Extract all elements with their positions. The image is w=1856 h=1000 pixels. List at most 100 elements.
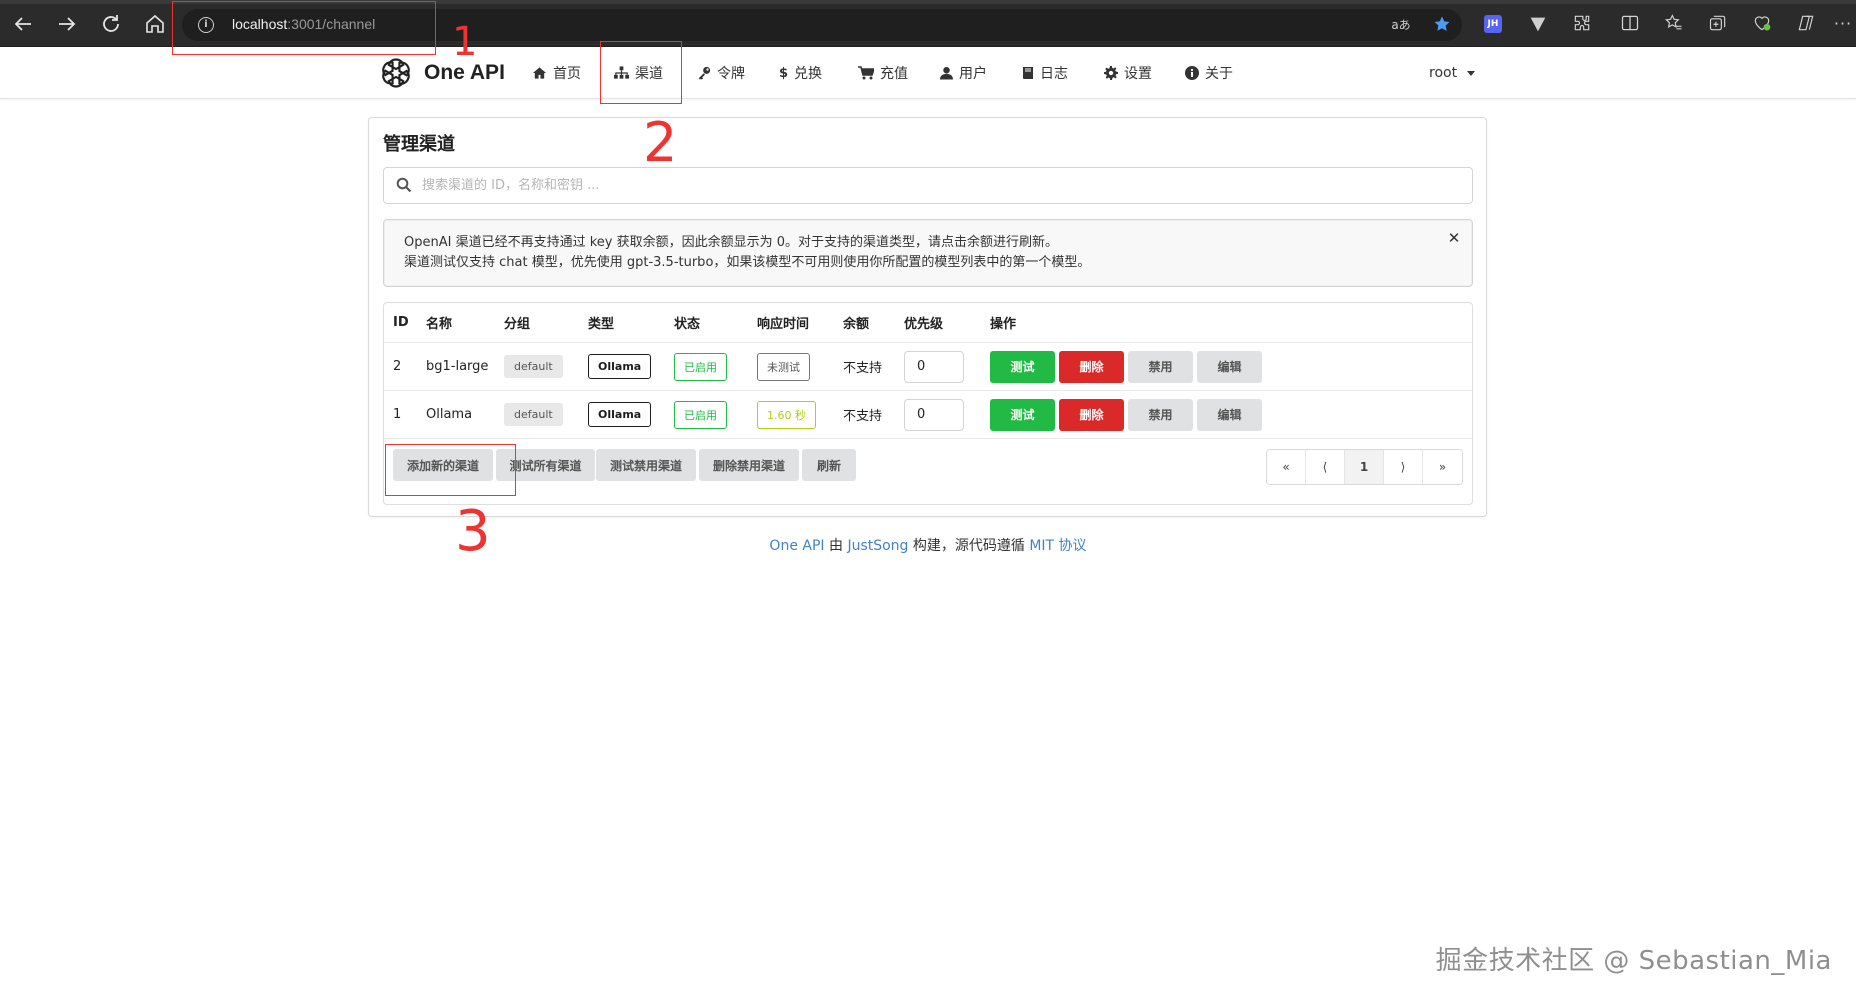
page-title: 管理渠道 [383,134,455,155]
header-response-time[interactable]: 响应时间 [757,303,809,342]
app-header: One API 首页 渠道 令牌 $ 兑换 充值 用户 日志 设置 关于 roo… [0,47,1856,99]
delete-disabled-button[interactable]: 删除禁用渠道 [699,449,799,481]
edit-button[interactable]: 编辑 [1197,350,1262,383]
edit-button[interactable]: 编辑 [1197,398,1262,431]
disable-button[interactable]: 禁用 [1128,350,1193,383]
nav-topup[interactable]: 充值 [858,47,908,99]
header-balance[interactable]: 余额 [843,303,869,342]
cell-name: Ollama [426,407,473,422]
cell-name: bg1-large [426,359,489,374]
page-last[interactable]: » [1423,450,1462,484]
header-type[interactable]: 类型 [588,303,614,342]
priority-input[interactable] [904,350,964,383]
test-button[interactable]: 测试 [990,398,1055,431]
more-options-icon[interactable]: ··· [1832,13,1854,35]
site-info-icon[interactable]: i [198,17,214,33]
key-icon [698,66,711,80]
response-time-badge[interactable]: 1.60 秒 [757,400,816,429]
forward-icon[interactable] [55,12,79,36]
nav-redeem-label: 兑换 [794,66,823,82]
dollar-icon: $ [779,65,789,81]
collections-icon[interactable] [1707,13,1729,35]
home-page-icon[interactable] [143,12,167,36]
favorites-icon[interactable] [1663,13,1685,35]
performance-heart-icon[interactable] [1751,13,1773,35]
header-status[interactable]: 状态 [674,303,700,342]
disable-button[interactable]: 禁用 [1128,398,1193,431]
nav-about-label: 关于 [1205,66,1233,82]
cell-id: 2 [393,359,402,374]
book-icon [1023,67,1033,79]
split-screen-icon[interactable] [1619,13,1641,35]
extension-v-icon[interactable] [1527,13,1549,35]
test-all-button[interactable]: 测试所有渠道 [496,449,595,481]
nav-tokens[interactable]: 令牌 [697,47,745,99]
extension-jh-icon[interactable]: JH [1482,13,1504,35]
watermark: 掘金技术社区 @ Sebastian_Mia [1435,946,1832,976]
notice-line-2: 渠道测试仅支持 chat 模型，优先使用 gpt-3.5-turbo，如果该模型… [404,255,1091,270]
tab-strip [0,0,1856,4]
header-group[interactable]: 分组 [504,303,530,342]
copilot-icon[interactable] [1795,13,1817,35]
add-channel-button[interactable]: 添加新的渠道 [393,449,493,481]
status-badge: 已启用 [674,400,727,429]
home-icon [532,67,547,79]
translate-icon[interactable]: aあ [1390,15,1412,35]
test-disabled-button[interactable]: 测试禁用渠道 [596,449,696,481]
search-box[interactable] [383,167,1473,204]
refresh-button[interactable]: 刷新 [802,449,856,481]
priority-input[interactable] [904,398,964,431]
type-badge: Ollama [588,354,652,379]
nav-users[interactable]: 用户 [940,47,987,99]
type-badge: Ollama [588,402,652,427]
project-link[interactable]: One API [769,538,824,554]
user-icon [940,66,953,80]
url-text[interactable]: localhost:3001/channel [232,16,375,32]
test-button[interactable]: 测试 [990,350,1055,383]
page-first[interactable]: « [1267,450,1306,484]
header-name[interactable]: 名称 [426,303,452,342]
favorite-star-icon[interactable] [1431,15,1453,35]
delete-button[interactable]: 删除 [1059,398,1124,431]
nav-settings[interactable]: 设置 [1104,47,1152,99]
header-id[interactable]: ID [393,303,409,342]
openai-logo-icon [382,58,410,88]
back-icon[interactable] [11,12,35,36]
nav-channels[interactable]: 渠道 [614,47,663,99]
license-link[interactable]: MIT 协议 [1029,538,1086,554]
nav-home[interactable]: 首页 [532,47,581,99]
search-input[interactable] [420,170,1460,201]
page-prev[interactable]: ⟨ [1306,450,1345,484]
nav-logs[interactable]: 日志 [1022,47,1068,99]
channels-table: ID 名称 分组 类型 状态 响应时间 余额 优先级 操作 2 bg1-larg… [383,302,1473,505]
close-icon[interactable]: ✕ [1446,230,1462,246]
gear-icon [1104,66,1118,80]
header-priority[interactable]: 优先级 [904,303,943,342]
table-row: 1 Ollama default Ollama 已启用 1.60 秒 不支持 测… [384,391,1472,439]
nav-logs-label: 日志 [1040,66,1068,82]
balance-value[interactable]: 不支持 [843,343,882,390]
footer-text: 构建，源代码遵循 [912,538,1025,554]
page-current[interactable]: 1 [1345,450,1384,484]
address-bar[interactable]: i localhost:3001/channel aあ [182,9,1462,41]
author-link[interactable]: JustSong [847,538,908,554]
user-dropdown[interactable]: root [1429,47,1476,99]
delete-button[interactable]: 删除 [1059,350,1124,383]
browser-toolbar: i localhost:3001/channel aあ JH ··· [0,0,1856,47]
nav-users-label: 用户 [959,66,987,82]
reload-icon[interactable] [99,12,123,36]
brand-name: One API [424,61,505,84]
table-footer: 添加新的渠道 测试所有渠道 测试禁用渠道 删除禁用渠道 刷新 « ⟨ 1 ⟩ » [384,439,1472,505]
nav-channels-label: 渠道 [635,66,663,82]
brand[interactable]: One API [378,53,505,93]
nav-topup-label: 充值 [880,66,908,82]
extensions-puzzle-icon[interactable] [1571,13,1593,35]
nav-about[interactable]: 关于 [1185,47,1233,99]
sitemap-icon [614,66,629,79]
site-footer: One API 由 JustSong 构建，源代码遵循 MIT 协议 [0,535,1856,555]
nav-redeem[interactable]: $ 兑换 [779,47,822,99]
response-time-badge[interactable]: 未测试 [757,352,810,381]
balance-value[interactable]: 不支持 [843,391,882,438]
page-next[interactable]: ⟩ [1384,450,1423,484]
channel-management-card: 管理渠道 OpenAI 渠道已经不再支持通过 key 获取余额，因此余额显示为 … [368,117,1487,517]
